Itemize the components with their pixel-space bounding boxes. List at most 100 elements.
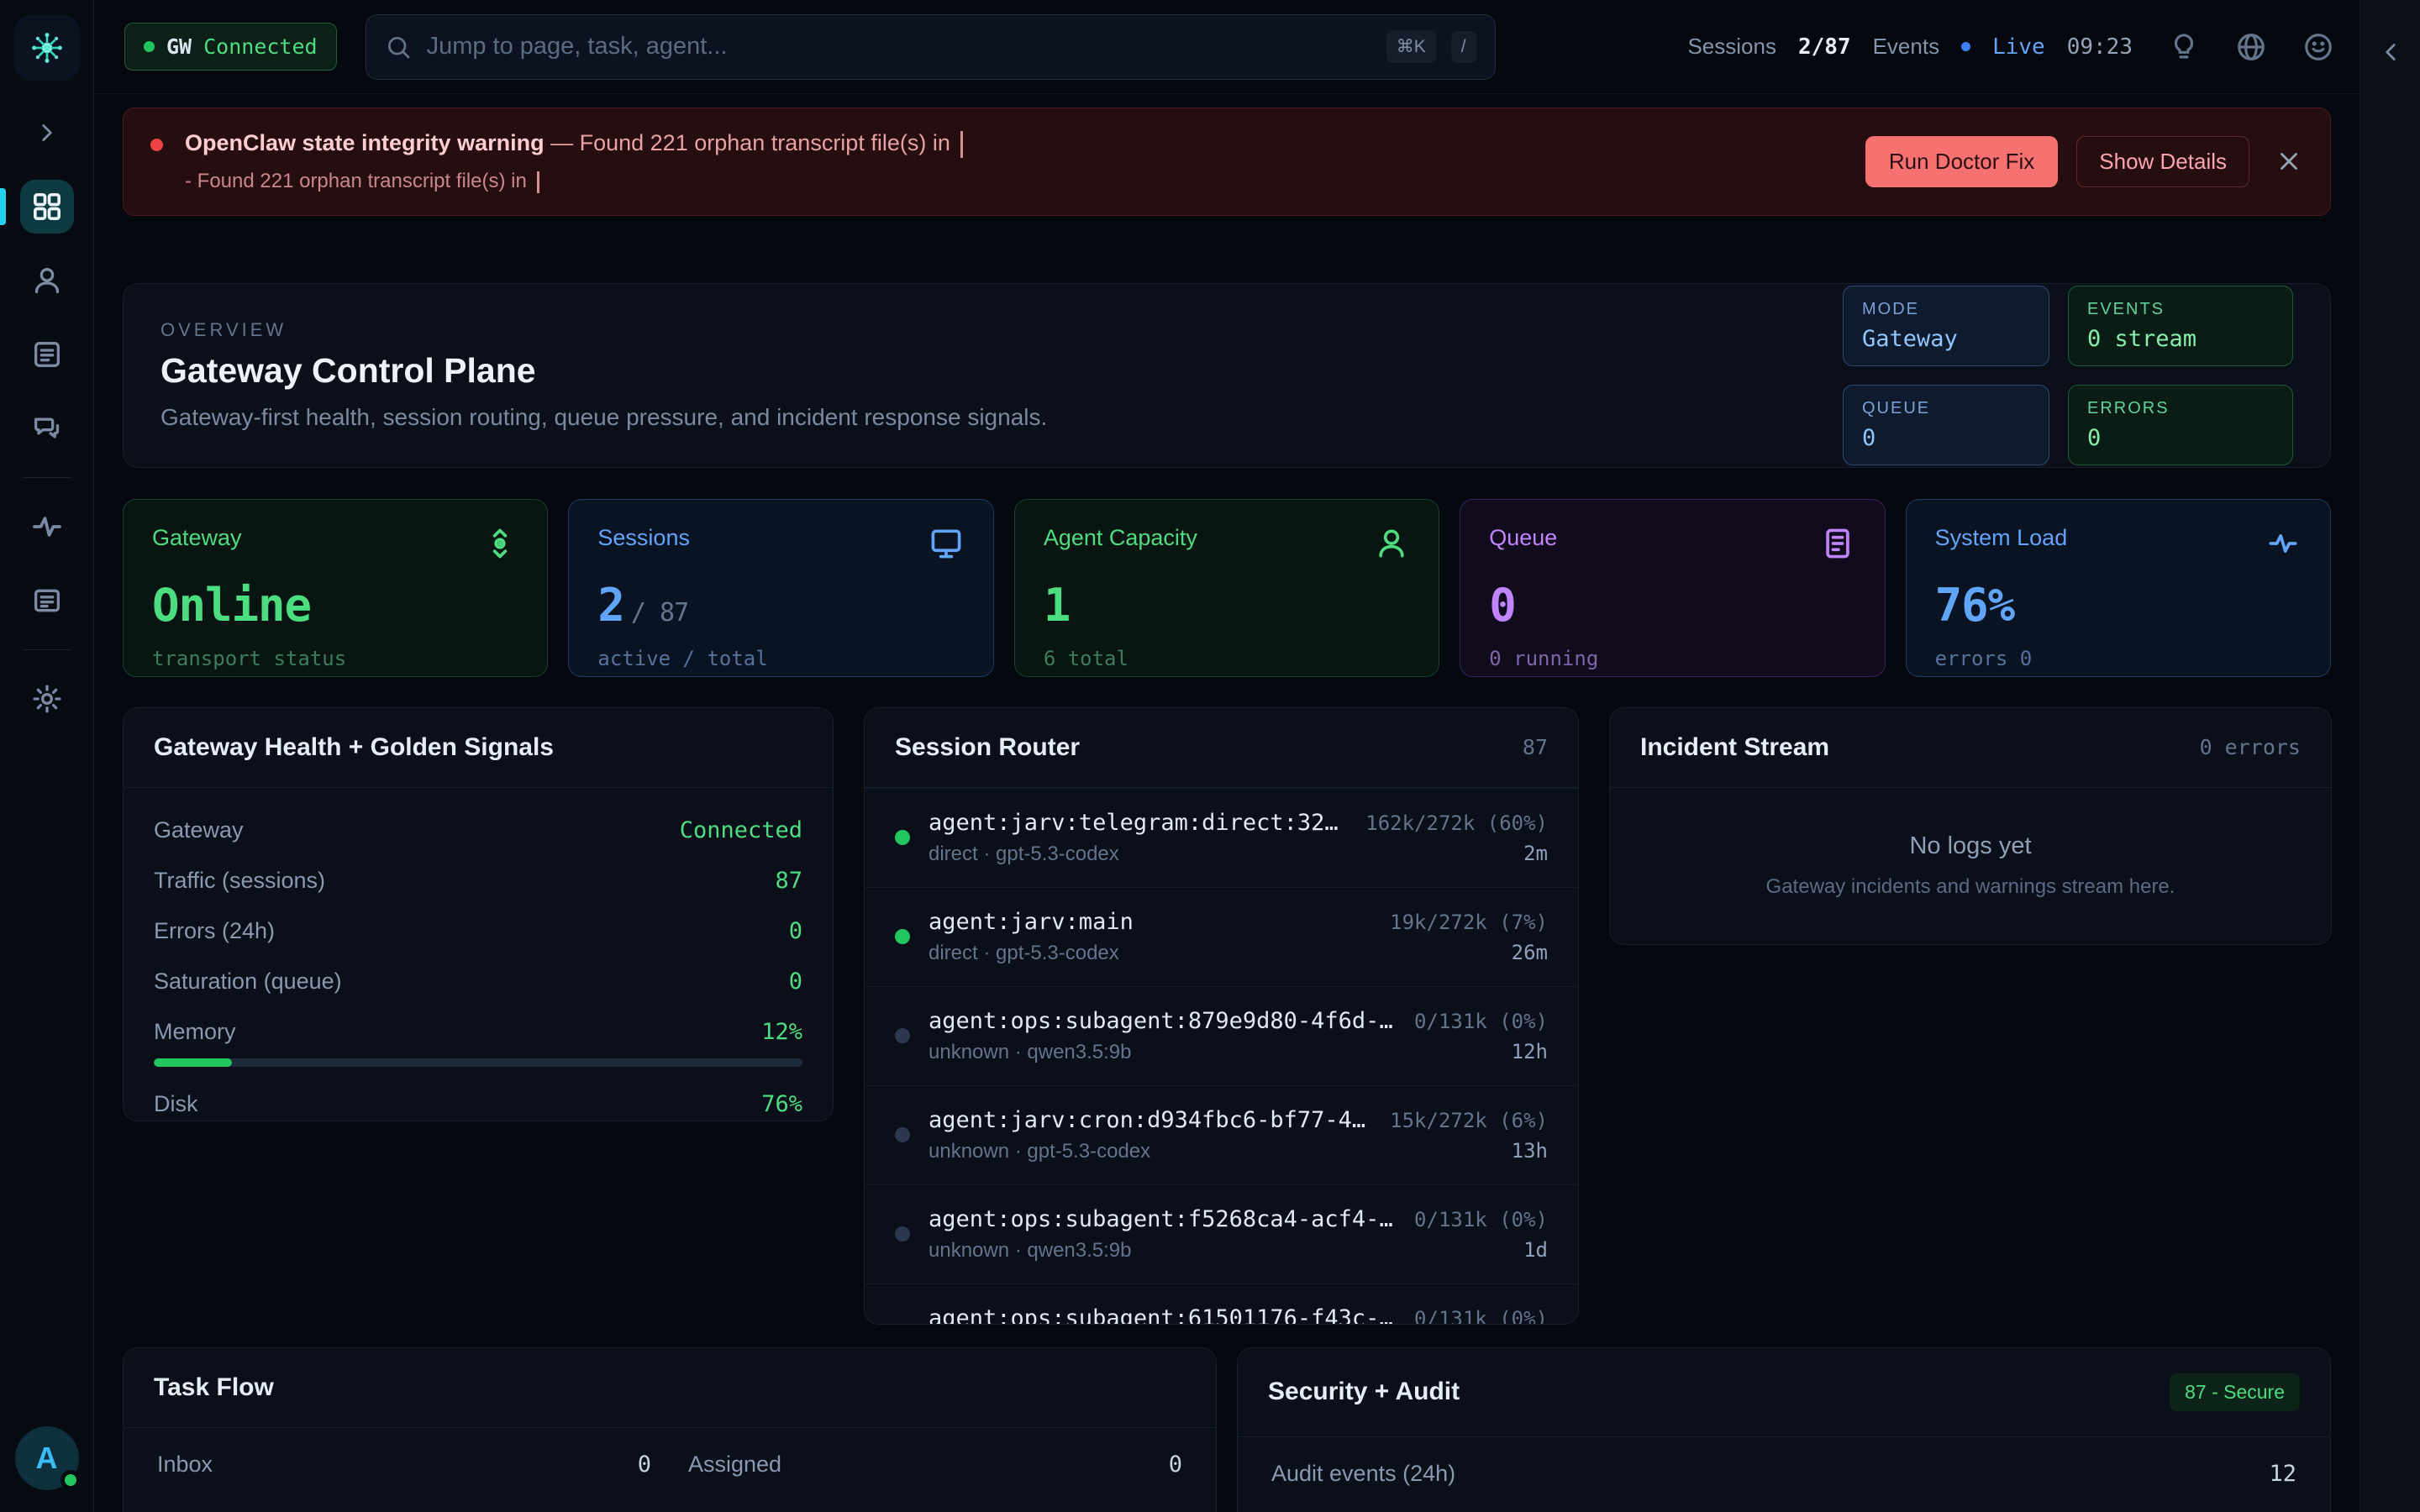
incidents-count: 0 errors	[2200, 735, 2301, 759]
globe-icon[interactable]	[2235, 31, 2267, 63]
alert-dot	[150, 139, 163, 151]
monitor-icon	[928, 525, 965, 562]
session-row[interactable]: agent:jarv:telegram:direct:328940762 162…	[865, 788, 1578, 887]
run-doctor-fix-button[interactable]: Run Doctor Fix	[1865, 136, 2058, 187]
session-row[interactable]: agent:ops:subagent:879e9d80-4f6d-4f2a-a6…	[865, 986, 1578, 1085]
stat-sessions-title: Sessions	[597, 525, 690, 551]
session-name: agent:jarv:cron:d934fbc6-bf77-41fd-bfd0…	[929, 1107, 1373, 1133]
session-tokens: 15k/272k (6%)	[1390, 1109, 1548, 1132]
sidebar-item-agents[interactable]	[20, 254, 74, 307]
session-row[interactable]: agent:ops:subagent:f5268ca4-acf4-4181-8e…	[865, 1184, 1578, 1284]
sidebar-item-activity[interactable]	[20, 500, 74, 554]
task-flow-panel: Task Flow Inbox 0 Assigned 0	[123, 1347, 1217, 1512]
search-icon	[385, 34, 412, 60]
search-input[interactable]	[427, 33, 1371, 60]
right-rail	[2360, 0, 2420, 1512]
session-name: agent:jarv:main	[929, 909, 1134, 935]
health-row-disk: Disk 76%	[154, 1091, 802, 1117]
session-name: agent:jarv:telegram:direct:328940762	[929, 810, 1349, 836]
task-flow-inbox: Inbox 0	[157, 1452, 651, 1478]
session-status-dot	[895, 1226, 910, 1242]
stat-queue: Queue 0 0 running	[1460, 499, 1885, 677]
show-details-button[interactable]: Show Details	[2076, 136, 2249, 187]
task-flow-title: Task Flow	[154, 1373, 274, 1402]
gateway-health-panel: Gateway Health + Golden Signals Gateway …	[123, 707, 834, 1121]
session-age: 26m	[1512, 941, 1548, 964]
user-icon	[30, 264, 64, 297]
rail-collapse-toggle[interactable]	[2370, 32, 2411, 72]
stat-sessions-total: / 87	[631, 598, 688, 627]
lightbulb-icon[interactable]	[2168, 31, 2200, 63]
session-meta: direct · gpt-5.3-codex	[929, 843, 1119, 866]
incident-stream-panel: Incident Stream 0 errors No logs yet Gat…	[1609, 707, 2332, 945]
session-age: 2m	[1523, 842, 1548, 865]
left-sidebar: A	[0, 0, 94, 1512]
overview-mini-cards: MODE Gateway EVENTS 0 stream QUEUE 0 ERR…	[1843, 286, 2293, 465]
gateway-status-text: Connected	[203, 34, 317, 59]
stat-system-load-sub: errors 0	[1935, 647, 2302, 670]
sidebar-item-chat[interactable]	[20, 402, 74, 455]
queue-label: QUEUE	[1862, 399, 2030, 418]
sidebar-collapse-toggle[interactable]	[20, 106, 74, 160]
stat-system-load: System Load 76% errors 0	[1906, 499, 2331, 677]
session-row[interactable]: agent:ops:subagent:61501176-f43c-4864-99…	[865, 1284, 1578, 1325]
stat-system-load-title: System Load	[1935, 525, 2068, 551]
task-flow-header: Task Flow	[124, 1348, 1216, 1428]
avatar-letter: A	[36, 1441, 58, 1476]
session-meta: unknown · qwen3.5:9b	[929, 1239, 1132, 1263]
overview-kicker: OVERVIEW	[160, 319, 1047, 341]
alert-line-1: OpenClaw state integrity warning — Found…	[185, 130, 1844, 158]
sidebar-divider	[23, 477, 71, 478]
alert-detail: - Found 221 orphan transcript file(s) in	[185, 170, 527, 192]
mode-value: Gateway	[1862, 326, 2030, 352]
session-meta: direct · gpt-5.3-codex	[929, 942, 1119, 965]
events-card: EVENTS 0 stream	[2068, 286, 2293, 366]
page-subtitle: Gateway-first health, session routing, q…	[160, 404, 1047, 431]
events-value: 0 stream	[2087, 326, 2274, 352]
stat-queue-title: Queue	[1489, 525, 1557, 551]
session-name: agent:ops:subagent:879e9d80-4f6d-4f2a-a6…	[929, 1008, 1397, 1034]
user-avatar[interactable]: A	[15, 1426, 79, 1490]
gateway-status-badge[interactable]: GW Connected	[124, 23, 337, 71]
errors-label: ERRORS	[2087, 399, 2274, 418]
panels-row: Gateway Health + Golden Signals Gateway …	[123, 707, 2331, 1325]
alert-text: OpenClaw state integrity warning — Found…	[185, 130, 1844, 193]
session-router-panel: Session Router 87 agent:jarv:telegram:di…	[864, 707, 1579, 1325]
smiley-icon[interactable]	[2302, 31, 2334, 63]
session-row[interactable]: agent:jarv:cron:d934fbc6-bf77-41fd-bfd0……	[865, 1085, 1578, 1184]
chat-bubbles-icon	[30, 412, 64, 445]
global-search[interactable]: ⌘K /	[366, 14, 1496, 80]
clock: 09:23	[2067, 34, 2133, 60]
session-meta: unknown · qwen3.5:9b	[929, 1041, 1132, 1064]
live-label: Live	[1992, 34, 2045, 60]
content-area: OpenClaw state integrity warning — Found…	[94, 94, 2360, 1512]
alert-sep: —	[550, 130, 573, 155]
events-label: EVENTS	[2087, 300, 2274, 319]
session-age: 12h	[1512, 1040, 1548, 1063]
empty-subtitle: Gateway incidents and warnings stream he…	[1766, 875, 2175, 899]
queue-card: QUEUE 0	[1843, 385, 2049, 465]
chevron-right-icon	[33, 118, 61, 147]
health-row-traffic: Traffic (sessions) 87	[154, 868, 802, 894]
memory-progress-bar	[154, 1058, 802, 1067]
sidebar-item-doctor[interactable]	[20, 672, 74, 726]
security-body: Audit events (24h) 12	[1238, 1437, 2330, 1510]
sidebar-item-logs[interactable]	[20, 574, 74, 627]
bottom-row: Task Flow Inbox 0 Assigned 0	[123, 1347, 2331, 1512]
stat-agent-capacity-value: 1	[1044, 579, 1410, 632]
incidents-empty-state: No logs yet Gateway incidents and warnin…	[1610, 788, 2331, 944]
sidebar-item-dashboard[interactable]	[20, 180, 74, 234]
session-row[interactable]: agent:jarv:main 19k/272k (7%) direct · g…	[865, 887, 1578, 986]
stat-sessions-sub: active / total	[597, 647, 964, 670]
sessions-label: Sessions	[1687, 34, 1776, 60]
alert-actions: Run Doctor Fix Show Details	[1865, 136, 2303, 187]
close-alert-button[interactable]	[2275, 147, 2303, 176]
close-icon	[2275, 147, 2303, 176]
session-tokens: 162k/272k (60%)	[1365, 811, 1548, 835]
sidebar-item-notes[interactable]	[20, 328, 74, 381]
audit-events-row: Audit events (24h) 12	[1271, 1461, 2296, 1487]
sun-icon	[30, 682, 64, 716]
activity-icon	[30, 510, 64, 543]
incidents-title: Incident Stream	[1640, 733, 1829, 762]
health-row-memory: Memory 12%	[154, 1019, 802, 1045]
